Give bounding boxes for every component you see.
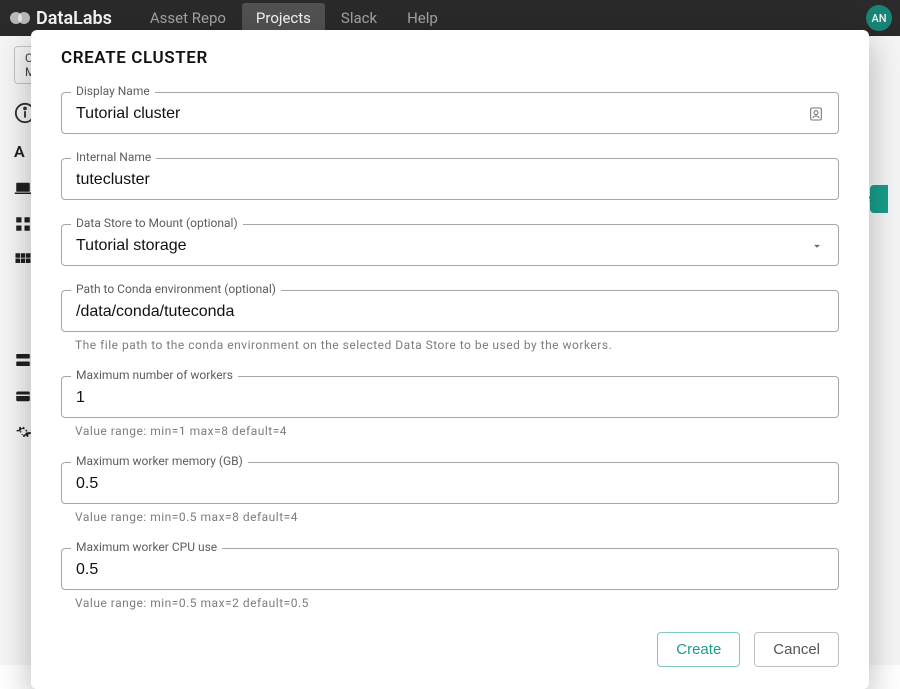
helper-max-workers: Value range: min=1 max=8 default=4 — [75, 424, 839, 438]
helper-max-cpu: Value range: min=0.5 max=2 default=0.5 — [75, 596, 839, 610]
field-display-name: Display Name — [61, 92, 839, 134]
dialog-title: CREATE CLUSTER — [61, 48, 839, 68]
input-max-memory[interactable] — [76, 475, 824, 493]
contact-card-icon — [808, 106, 824, 122]
input-internal-name[interactable] — [76, 171, 824, 189]
input-display-name[interactable] — [76, 105, 808, 123]
create-cluster-dialog: CREATE CLUSTER Display Name Internal Nam… — [31, 30, 869, 689]
cancel-button[interactable]: Cancel — [754, 632, 839, 667]
input-max-cpu[interactable] — [76, 561, 824, 579]
helper-conda-path: The file path to the conda environment o… — [75, 338, 839, 352]
dialog-actions: Create Cancel — [61, 632, 839, 667]
field-max-workers: Maximum number of workers — [61, 376, 839, 418]
helper-max-memory: Value range: min=0.5 max=8 default=4 — [75, 510, 839, 524]
input-conda-path[interactable] — [76, 303, 824, 321]
field-data-store: Data Store to Mount (optional) — [61, 224, 839, 266]
field-max-cpu: Maximum worker CPU use — [61, 548, 839, 590]
create-button[interactable]: Create — [657, 632, 740, 667]
chevron-down-icon — [810, 239, 824, 253]
field-max-memory: Maximum worker memory (GB) — [61, 462, 839, 504]
select-data-store-value[interactable] — [76, 237, 810, 255]
field-conda-path: Path to Conda environment (optional) — [61, 290, 839, 332]
select-data-store[interactable] — [61, 224, 839, 266]
field-internal-name: Internal Name — [61, 158, 839, 200]
input-max-workers[interactable] — [76, 389, 824, 407]
modal-overlay: CREATE CLUSTER Display Name Internal Nam… — [0, 0, 900, 665]
